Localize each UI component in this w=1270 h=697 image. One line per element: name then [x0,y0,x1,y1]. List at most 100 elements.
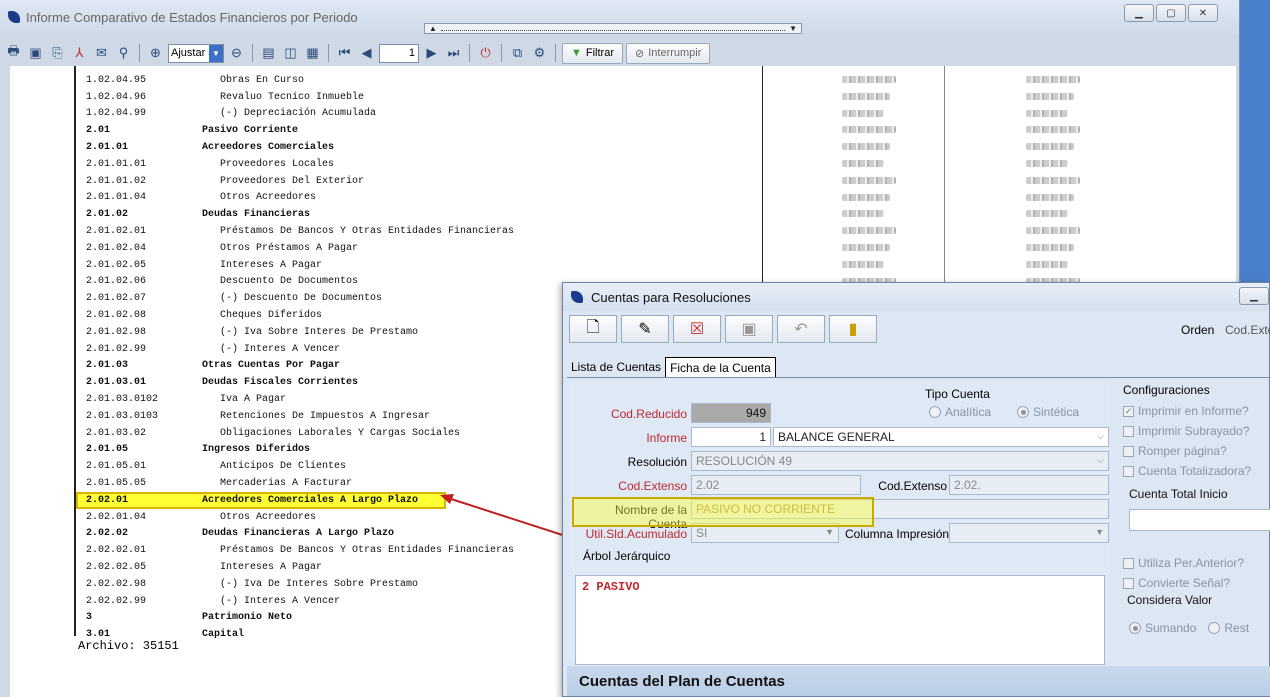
resolucion-label: Resolución [627,455,687,469]
resolucion-select-value: RESOLUCIÓN 49 [696,454,793,468]
checkbox-imprimir-subrayado[interactable]: Imprimir Subrayado? [1123,421,1270,441]
cuentas-dialog: Cuentas para Resoluciones ▁ 🗋 ✎ ☒ ▣ ↶ ▮ … [562,282,1270,697]
last-page-icon[interactable]: ⏭ [444,44,463,63]
account-code: 2.01 [86,125,111,137]
archivo-footer: Archivo: 35151 [78,639,179,653]
cancel-button[interactable]: ↶ [777,315,825,343]
redacted-amount [1026,92,1074,100]
redacted-amount [842,160,884,167]
cuenta-total-inicio-label: Cuenta Total Inicio [1129,487,1228,501]
pdf-icon[interactable]: ⅄ [70,44,89,63]
redacted-amount [1026,160,1068,167]
zoom-out-icon[interactable]: ⊖ [227,44,246,63]
cod-extenso-2-field[interactable]: 2.02. [949,475,1109,495]
checkbox-romper-pagina[interactable]: Romper página? [1123,441,1270,461]
account-code: 2.01.02.99 [86,343,147,355]
redacted-amount [842,244,890,251]
cuenta-total-inicio-input[interactable] [1129,509,1270,531]
minimize-button[interactable]: ▁ [1124,4,1154,22]
account-code: 2.01.05.01 [86,461,147,473]
export-icon[interactable]: ⎘ [48,44,67,63]
delete-button[interactable]: ☒ [673,315,721,343]
filter-button[interactable]: ▼ Filtrar [562,42,623,64]
configuraciones-panel: Configuraciones ✓ Imprimir en Informe? Im… [1123,383,1270,635]
stop-icon[interactable]: ⏻ [476,44,495,63]
copy-icon[interactable]: ⧉ [508,44,527,63]
zoom-select[interactable]: Ajustar a ▼ [168,43,224,63]
close-button[interactable]: ✕ [1188,4,1218,22]
account-code: 2.01.02 [86,209,129,221]
next-page-icon[interactable]: ▶ [422,44,441,63]
checkbox-cuenta-totalizadora[interactable]: Cuenta Totalizadora? [1123,461,1270,481]
account-code: 2.01.02.05 [86,259,147,271]
account-description: Préstamos De Bancos Y Otras Entidades Fi… [220,545,515,557]
informe-number-field[interactable]: 1 [691,427,771,447]
checkbox-label: Imprimir en Informe? [1138,404,1249,418]
account-description: (-) Interes A Vencer [220,343,341,355]
radio-sintetica[interactable]: Sintética [1017,405,1079,419]
single-page-icon[interactable]: ▤ [259,44,278,63]
cod-reducido-field[interactable]: 949 [691,403,771,423]
informe-select[interactable]: BALANCE GENERAL ⌵ [773,427,1109,447]
collapse-toolbar-handle[interactable]: ▲ ▼ [424,23,802,34]
print-icon[interactable]: 🖶 [4,43,23,63]
radio-analitica-label: Analítica [945,405,992,419]
redacted-amount [842,227,896,235]
cod-extenso-label: Cod.Extenso [618,479,687,493]
new-button[interactable]: 🗋 [569,315,617,343]
save-button[interactable]: ▣ [725,315,773,343]
email-icon[interactable]: ✉ [92,44,111,63]
informe-select-value: BALANCE GENERAL [778,430,895,444]
page-number-input[interactable]: 1 [379,43,419,63]
util-sld-acumulado-label: Util.Sld.Acumulado [585,527,687,541]
redacted-amount [842,260,884,268]
radio-analitica[interactable]: Analítica [929,405,991,419]
columna-impresion-select[interactable]: ▼ [949,523,1109,543]
account-code: 2.01.01.04 [86,192,147,204]
report-row: 2.01.02.01 Préstamos De Bancos Y Otras En… [78,223,758,240]
checkbox-imprimir-informe[interactable]: ✓ Imprimir en Informe? [1123,401,1270,421]
arbol-jerarquico-tree[interactable]: 2 PASIVO [575,575,1105,665]
checkbox-utiliza-per-anterior[interactable]: Utiliza Per.Anterior? [1123,553,1270,573]
edit-button[interactable]: ✎ [621,315,669,343]
dialog-minimize-button[interactable]: ▁ [1239,287,1269,305]
account-code: 2.01.02.04 [86,242,147,254]
exit-button[interactable]: ▮ [829,315,877,343]
radio-restando[interactable]: Rest [1208,621,1249,635]
orden-select[interactable]: Cod.Exte [1225,323,1270,337]
redacted-amount [842,76,896,83]
find-icon[interactable]: ⚲ [114,44,133,63]
radio-sumando[interactable]: Sumando [1129,621,1196,635]
chevron-down-icon: ▼ [209,44,223,62]
resolucion-select[interactable]: RESOLUCIÓN 49 ⌵ [691,451,1109,471]
amount-column-divider-2 [944,66,945,296]
account-code: 2.02.01 [86,494,129,506]
page-setup-icon[interactable]: ▦ [303,44,322,63]
cod-extenso-field[interactable]: 2.02 [691,475,861,495]
two-page-icon[interactable]: ◫ [281,44,300,63]
interrupt-button[interactable]: ⊘ Interrumpir [626,42,711,64]
cod-reducido-label: Cod.Reducido [610,407,687,421]
checkbox-label: Utiliza Per.Anterior? [1138,556,1245,570]
options-icon[interactable]: ⚙ [530,44,549,63]
account-description: Otros Acreedores [220,192,317,204]
redacted-amount [842,143,890,151]
report-row: 1.02.04.95 Obras En Curso [78,72,758,89]
account-code: 1.02.04.95 [86,74,147,86]
account-code: 2.01.02.01 [86,226,147,238]
account-description: Patrimonio Neto [202,612,293,624]
zoom-in-icon[interactable]: ⊕ [146,44,165,63]
disk-icon: ▣ [741,321,757,338]
tab-ficha-de-la-cuenta[interactable]: Ficha de la Cuenta [665,357,776,378]
prev-page-icon[interactable]: ◀ [357,44,376,63]
account-description: (-) Iva De Interes Sobre Prestamo [220,578,419,590]
checkbox-convierte-senal[interactable]: Convierte Señal? [1123,573,1270,593]
tab-lista-de-cuentas[interactable]: Lista de Cuentas [567,357,666,378]
maximize-button[interactable]: ▢ [1156,4,1186,22]
save-icon[interactable]: ▣ [26,44,45,63]
collapse-down-icon: ▼ [789,24,797,33]
account-description: (-) Depreciación Acumulada [220,108,377,120]
arbol-root-item[interactable]: 2 PASIVO [582,580,640,594]
first-page-icon[interactable]: ⏮ [335,44,354,63]
account-code: 2.02.02.98 [86,578,147,590]
